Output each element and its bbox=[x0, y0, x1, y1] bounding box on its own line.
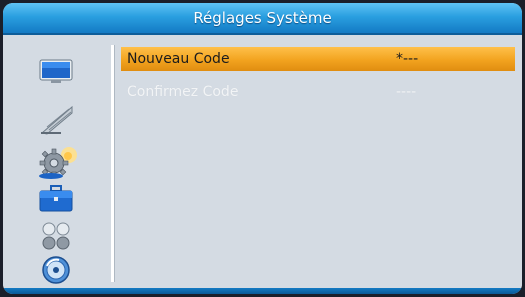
new-code-value[interactable]: *--- bbox=[396, 47, 418, 71]
confirm-code-value[interactable]: ---- bbox=[396, 80, 416, 104]
system-settings-window: Réglages Système Nouveau Code *--- Confi… bbox=[3, 3, 522, 294]
disc-icon[interactable] bbox=[39, 255, 73, 289]
gear-settings-icon[interactable] bbox=[37, 143, 81, 183]
bottom-bar bbox=[3, 288, 522, 294]
dots-icon[interactable] bbox=[39, 221, 73, 255]
confirm-code-label: Confirmez Code bbox=[127, 84, 239, 100]
sidebar-divider bbox=[111, 45, 114, 282]
menu-row-confirm-code[interactable]: Confirmez Code ---- bbox=[121, 80, 515, 104]
satellite-dish-icon[interactable] bbox=[39, 103, 75, 139]
new-code-label: Nouveau Code bbox=[127, 51, 230, 67]
window-title: Réglages Système bbox=[3, 3, 522, 35]
code-menu: Nouveau Code *--- Confirmez Code ---- bbox=[115, 35, 522, 288]
tv-icon[interactable] bbox=[39, 59, 73, 89]
sidebar-menu bbox=[3, 35, 111, 288]
menu-row-new-code[interactable]: Nouveau Code *--- bbox=[121, 47, 515, 71]
briefcase-icon[interactable] bbox=[39, 185, 73, 217]
